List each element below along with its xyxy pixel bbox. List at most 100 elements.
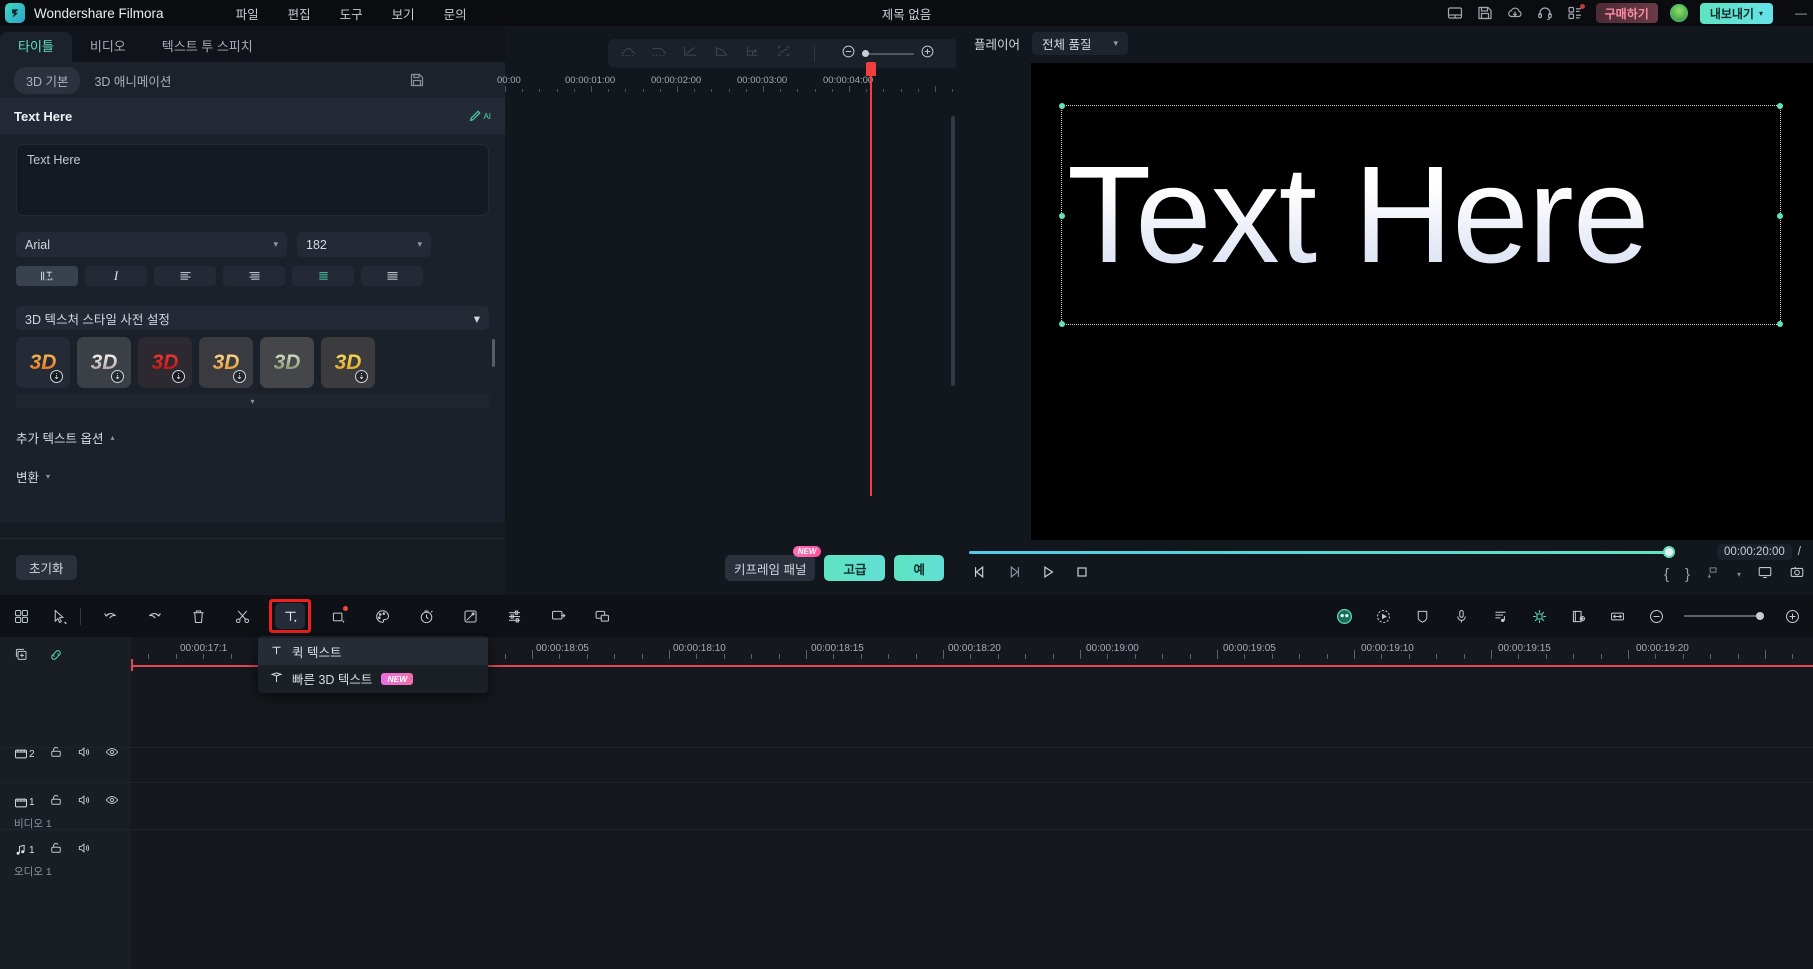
eye-icon[interactable] — [105, 793, 119, 812]
slider-knob[interactable] — [862, 50, 869, 57]
link-icon[interactable] — [48, 647, 64, 668]
keyframe-ruler[interactable]: 00:00 00:00:01:00 00:00:02:00 00:00:03:0… — [497, 72, 1005, 92]
undo-icon[interactable] — [99, 605, 121, 627]
current-time[interactable]: 00:00:20:00 — [1717, 544, 1792, 560]
mute-icon[interactable] — [77, 841, 91, 860]
grid-view-icon[interactable] — [10, 605, 32, 627]
menu-item-file[interactable]: 파일 — [236, 4, 259, 23]
tab-video[interactable]: 비디오 — [72, 32, 144, 62]
stop-button[interactable] — [1074, 564, 1090, 585]
ease-curve-icon[interactable] — [713, 44, 730, 63]
minimize-button[interactable]: — — [1795, 6, 1807, 20]
keyframe-scrollbar[interactable] — [951, 116, 955, 386]
fullscreen-icon[interactable] — [1757, 564, 1773, 585]
split-icon[interactable] — [231, 605, 253, 627]
select-tool-icon[interactable] — [48, 605, 70, 627]
download-icon[interactable]: ⇣ — [50, 370, 63, 383]
marker-icon[interactable] — [1567, 605, 1589, 627]
save-icon[interactable] — [1476, 4, 1494, 22]
timeline-playhead[interactable] — [131, 659, 133, 671]
step-icon[interactable] — [744, 44, 761, 63]
next-frame-button[interactable] — [1006, 564, 1022, 585]
apps-grid-icon[interactable] — [1566, 4, 1585, 22]
font-family-select[interactable]: Arial ▾ — [16, 232, 287, 257]
subtab-3d-animation[interactable]: 3D 애니메이션 — [94, 71, 171, 90]
export-frame-icon[interactable] — [1706, 565, 1721, 585]
mute-icon[interactable] — [77, 745, 91, 764]
menu-item-edit[interactable]: 편집 — [288, 4, 311, 23]
handle-middle-right[interactable] — [1777, 213, 1783, 219]
reset-curve-icon[interactable] — [775, 44, 792, 63]
save-preset-icon[interactable] — [409, 72, 425, 88]
play-button[interactable] — [1040, 564, 1056, 585]
eye-icon[interactable] — [105, 745, 119, 764]
redo-icon[interactable] — [143, 605, 165, 627]
headset-icon[interactable] — [1536, 4, 1554, 22]
handle-bottom-left[interactable] — [1059, 321, 1065, 327]
prev-frame-button[interactable] — [972, 564, 988, 585]
mark-out-icon[interactable]: } — [1685, 566, 1690, 583]
beat-detect-icon[interactable] — [1489, 605, 1511, 627]
text-direction-button[interactable] — [16, 266, 78, 286]
pip-icon[interactable] — [591, 605, 613, 627]
ai-portrait-icon[interactable] — [1333, 605, 1355, 627]
handle-bottom-right[interactable] — [1777, 321, 1783, 327]
reset-button[interactable]: 초기화 — [16, 554, 77, 580]
ok-button[interactable]: 예 — [894, 555, 944, 581]
lock-icon[interactable] — [49, 841, 63, 860]
adjust-tool-icon[interactable] — [503, 605, 525, 627]
download-icon[interactable]: ⇣ — [355, 370, 368, 383]
delete-icon[interactable] — [187, 605, 209, 627]
handle-middle-left[interactable] — [1059, 213, 1065, 219]
align-right-button[interactable] — [361, 266, 423, 286]
mark-in-icon[interactable]: { — [1664, 566, 1669, 583]
buy-button[interactable]: 구매하기 — [1595, 3, 1658, 23]
stabilize-icon[interactable] — [1411, 605, 1433, 627]
preset-thumb[interactable]: 3D ⇣ — [321, 337, 375, 388]
keyframe-panel-button[interactable]: 키프레임 패널 NEW — [724, 546, 822, 581]
preset-thumb[interactable]: 3D ⇣ — [138, 337, 192, 388]
ease-in-out-icon[interactable] — [620, 44, 637, 63]
playback-slider[interactable] — [969, 546, 1675, 558]
tab-titles[interactable]: 타이틀 — [0, 32, 72, 62]
dropdown-item-quick-text[interactable]: 퀵 텍스트 — [258, 638, 488, 665]
download-icon[interactable]: ⇣ — [111, 370, 124, 383]
speed-tool-icon[interactable] — [415, 605, 437, 627]
download-icon[interactable]: ⇣ — [233, 370, 246, 383]
align-center-button[interactable] — [223, 266, 285, 286]
linear-in-icon[interactable] — [682, 44, 699, 63]
track-audio-1[interactable]: 1 오디오 1 — [0, 832, 1813, 887]
expand-presets-button[interactable]: ▾ — [16, 394, 489, 408]
section-extra-text-options[interactable]: 추가 텍스트 옵션 ▴ — [16, 428, 489, 447]
align-justify-button[interactable] — [292, 266, 354, 286]
fit-timeline-icon[interactable] — [1606, 605, 1628, 627]
section-transform[interactable]: 변환 ▾ — [16, 467, 489, 486]
chroma-key-icon[interactable] — [1528, 605, 1550, 627]
menu-item-view[interactable]: 보기 — [392, 4, 415, 23]
slider-knob[interactable] — [1756, 612, 1764, 620]
plus-circle-icon[interactable] — [1781, 605, 1803, 627]
export-button[interactable]: 내보내기 ▾ — [1699, 2, 1773, 24]
text-input[interactable] — [16, 144, 489, 216]
minus-circle-icon[interactable] — [1645, 605, 1667, 627]
mute-icon[interactable] — [77, 793, 91, 812]
preset-thumb[interactable]: 3D — [260, 337, 314, 388]
font-size-select[interactable]: 182 ▾ — [297, 232, 431, 257]
quality-select[interactable]: 전체 품질 ▾ — [1032, 31, 1129, 55]
green-screen-icon[interactable] — [547, 605, 569, 627]
selection-box[interactable] — [1059, 103, 1783, 327]
ease-out-icon[interactable] — [651, 44, 668, 63]
mask-tool-icon[interactable] — [459, 605, 481, 627]
text-tool-button[interactable] — [275, 603, 305, 629]
plus-circle-icon[interactable] — [920, 44, 935, 64]
playback-knob[interactable] — [1663, 546, 1675, 558]
chevron-down-icon[interactable]: ▾ — [1737, 570, 1741, 579]
preset-thumb[interactable]: 3D ⇣ — [77, 337, 131, 388]
preset-thumb[interactable]: 3D ⇣ — [199, 337, 253, 388]
voiceover-icon[interactable] — [1450, 605, 1472, 627]
handle-top-left[interactable] — [1059, 103, 1065, 109]
motion-tracking-icon[interactable] — [1372, 605, 1394, 627]
lock-icon[interactable] — [49, 745, 63, 764]
layout-icon[interactable] — [1446, 4, 1464, 22]
advanced-button[interactable]: 고급 — [824, 555, 886, 581]
